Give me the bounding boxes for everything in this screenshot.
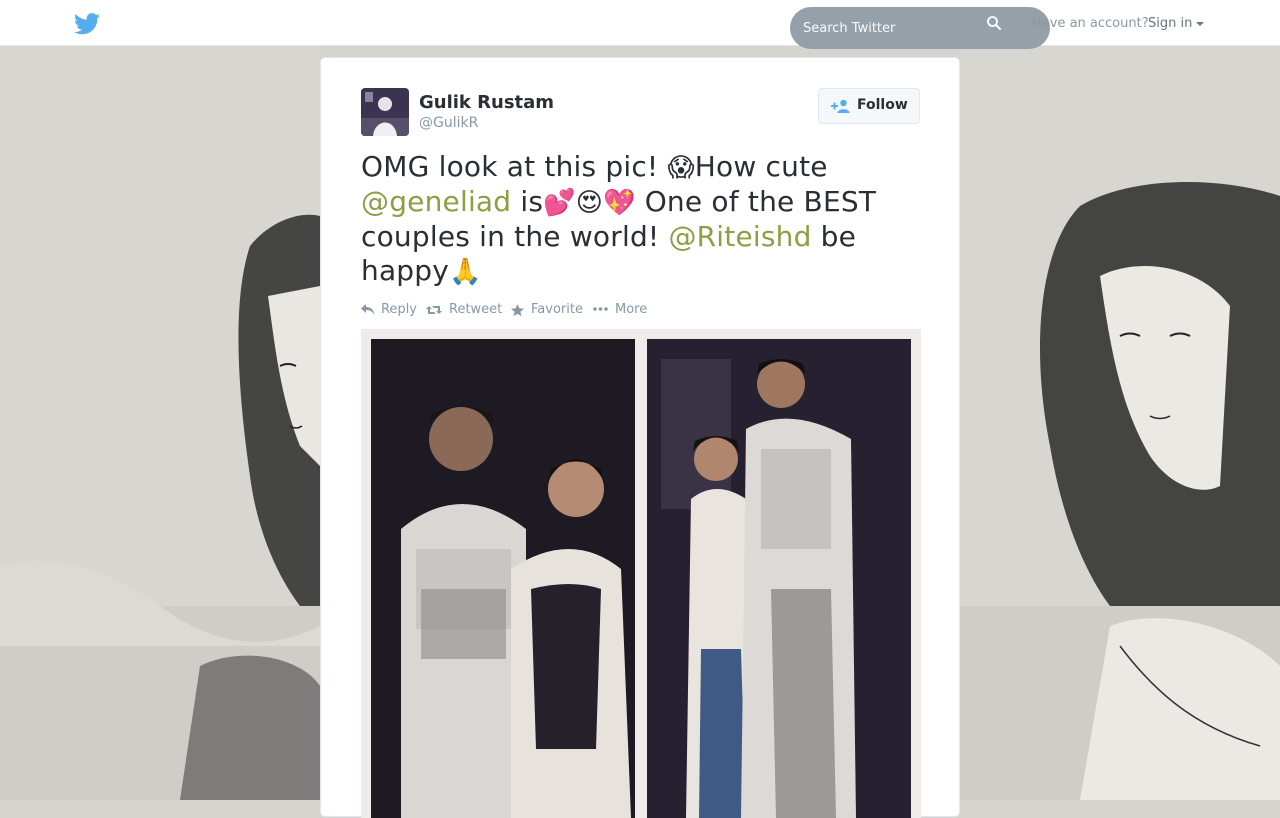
tweet-text: OMG look at this pic! 😱How cute @genelia… bbox=[361, 150, 921, 289]
have-account-text: Have an account? bbox=[1032, 16, 1149, 31]
background-sketch-right bbox=[960, 46, 1280, 800]
search-input[interactable] bbox=[790, 7, 1050, 49]
add-user-icon bbox=[831, 99, 850, 113]
mention-link-riteishd[interactable]: @Riteishd bbox=[668, 220, 811, 253]
more-label: More bbox=[615, 302, 648, 317]
more-dots-icon bbox=[593, 307, 608, 311]
search-icon[interactable] bbox=[986, 15, 1002, 31]
scream-emoji: 😱 bbox=[667, 153, 695, 183]
background-sketch-left bbox=[0, 46, 320, 800]
tweet-card: Gulik Rustam @GulikR Follow OMG look at … bbox=[320, 57, 960, 818]
author-name[interactable]: Gulik Rustam bbox=[419, 92, 554, 113]
retweet-label: Retweet bbox=[449, 302, 503, 317]
tweet-text-segment: How cute bbox=[694, 150, 828, 183]
sign-in-link[interactable]: Sign in bbox=[1148, 16, 1192, 31]
retweet-icon bbox=[426, 306, 442, 314]
pray-emoji: 🙏 bbox=[449, 257, 482, 287]
hearts-emoji: 💕😍💖 bbox=[543, 188, 636, 218]
chevron-down-icon[interactable] bbox=[1196, 22, 1204, 26]
avatar[interactable] bbox=[361, 88, 409, 136]
tweet-photo[interactable] bbox=[361, 329, 921, 818]
follow-button[interactable]: Follow bbox=[818, 88, 920, 124]
star-icon bbox=[511, 304, 524, 317]
tweet-text-segment: is bbox=[511, 185, 544, 218]
follow-label: Follow bbox=[857, 97, 908, 113]
author-handle[interactable]: @GulikR bbox=[419, 115, 478, 131]
mention-link-geneliad[interactable]: @geneliad bbox=[361, 185, 511, 218]
reply-icon bbox=[361, 304, 375, 315]
top-navigation-bar: Have an account? Sign in bbox=[0, 0, 1280, 49]
tweet-text-segment: OMG look at this pic! bbox=[361, 150, 668, 183]
search-box bbox=[790, 7, 1050, 49]
favorite-label: Favorite bbox=[531, 302, 583, 317]
twitter-bird-icon[interactable] bbox=[74, 13, 100, 35]
reply-label: Reply bbox=[381, 302, 418, 317]
